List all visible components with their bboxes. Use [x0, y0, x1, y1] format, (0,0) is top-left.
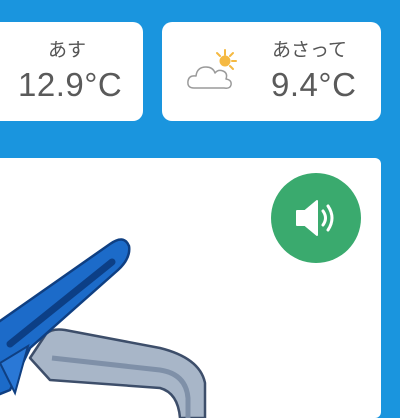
main-content-panel — [0, 158, 381, 418]
sun-behind-cloud-icon — [187, 49, 237, 89]
forecast-temperature: 12.9°C — [18, 66, 123, 103]
forecast-day-label: あす — [48, 39, 87, 61]
forecast-day-label: あさって — [272, 39, 348, 61]
forecast-card-tomorrow: あす 12.9°C — [0, 22, 143, 121]
speaker-volume-icon — [296, 200, 334, 236]
forecast-temperature: 9.4°C — [271, 66, 357, 103]
forecast-card-day-after-tomorrow: あさって 9.4°C — [162, 22, 381, 121]
speaker-button[interactable] — [271, 173, 361, 263]
